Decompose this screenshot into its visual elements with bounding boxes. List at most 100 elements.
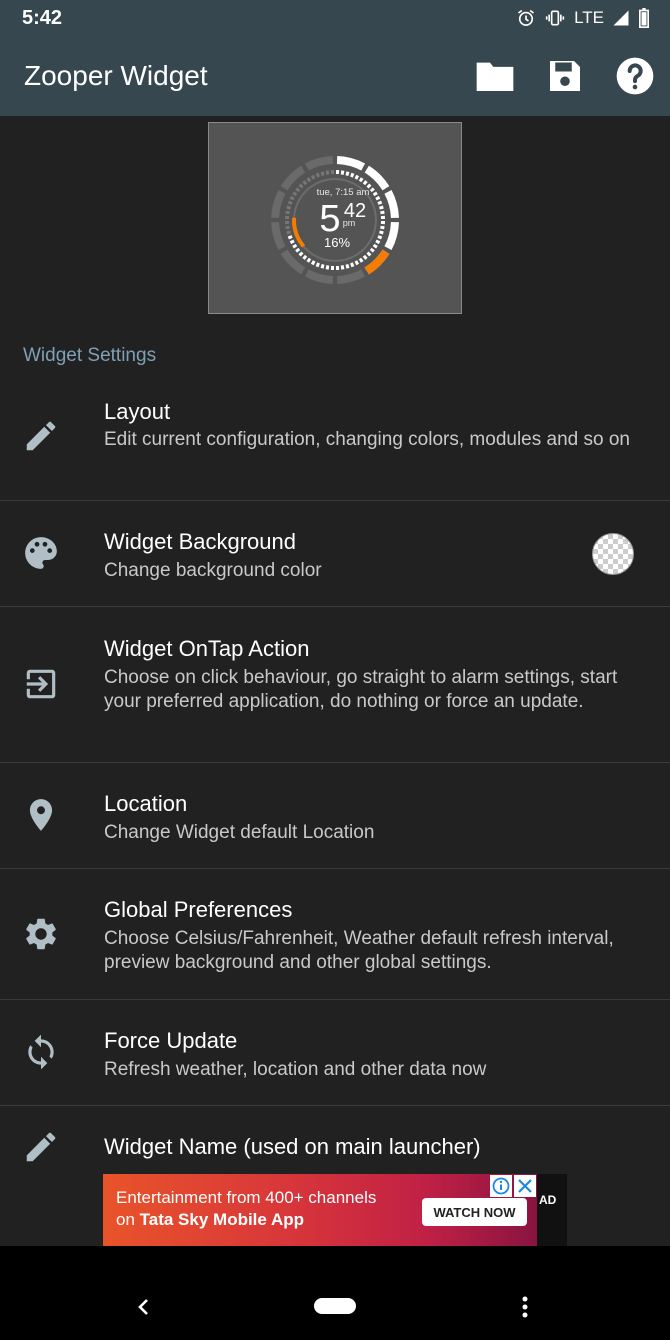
clock-minute-tick xyxy=(310,174,316,180)
clock-minute-tick xyxy=(369,187,375,193)
clock-minute-tick xyxy=(315,172,320,178)
save-button[interactable] xyxy=(543,54,587,98)
clock-minute-tick xyxy=(289,239,295,245)
clock-hour-segment xyxy=(336,269,366,284)
clock-minute-tick xyxy=(375,239,381,245)
clock-minute-tick xyxy=(295,247,301,253)
palette-icon xyxy=(25,537,57,569)
app-bar: Zooper Widget xyxy=(0,36,670,116)
ad-line-2-prefix: on xyxy=(116,1210,140,1229)
clock-hour-segment xyxy=(271,189,286,219)
network-label: LTE xyxy=(574,8,604,27)
setting-subtitle: Refresh weather, location and other data… xyxy=(104,1059,487,1080)
setting-title: Force Update xyxy=(104,1028,238,1053)
battery-icon xyxy=(639,8,649,28)
setting-subtitle: Change background color xyxy=(104,560,322,581)
help-button[interactable] xyxy=(613,54,657,98)
clock-minute-tick xyxy=(286,205,291,210)
clock-minute-tick xyxy=(345,264,350,269)
widget-ampm: pm xyxy=(343,218,356,228)
clock-minute-tick xyxy=(372,243,378,249)
widget-hour: 5 xyxy=(319,198,340,240)
clock-minute-tick xyxy=(298,251,304,257)
clock-minute-tick xyxy=(345,171,350,176)
close-icon xyxy=(518,1179,532,1193)
widget-preview[interactable]: tue, 7:15 am 5 42 pm 16% xyxy=(208,122,462,314)
clock-minute-tick xyxy=(354,260,360,266)
pencil-icon xyxy=(26,1132,56,1162)
clock-minute-tick xyxy=(362,254,368,260)
ad-banner[interactable]: Entertainment from 400+ channels on Tata… xyxy=(103,1174,567,1246)
help-icon xyxy=(616,57,654,95)
widget-clock: tue, 7:15 am 5 42 pm 16% xyxy=(271,156,399,284)
ad-dark-strip xyxy=(537,1174,567,1246)
background-color-swatch[interactable] xyxy=(592,533,634,575)
pencil-icon xyxy=(26,421,56,451)
clock-minute-tick xyxy=(366,251,372,257)
folder-icon xyxy=(476,62,514,91)
clock-hour-segment xyxy=(304,156,334,171)
clock-minute-tick xyxy=(379,230,384,235)
clock-minute-tick xyxy=(358,177,364,183)
ad-info-button[interactable] xyxy=(490,1175,512,1197)
clock-minute-tick xyxy=(310,260,316,266)
more-vert-icon[interactable] xyxy=(517,1294,533,1320)
back-icon[interactable] xyxy=(134,1297,154,1317)
setting-title: Global Preferences xyxy=(104,897,293,922)
setting-title: Widget Name (used on main launcher) xyxy=(104,1134,481,1159)
clock-minute-tick xyxy=(375,195,381,201)
widget-preview-area: tue, 7:15 am 5 42 pm 16% xyxy=(0,116,670,330)
system-nav-bar xyxy=(0,1246,670,1340)
clock-minute-tick xyxy=(377,235,383,240)
clock-minute-tick xyxy=(320,264,325,269)
home-pill-button[interactable] xyxy=(314,1298,356,1314)
clock-minute-tick xyxy=(358,257,364,263)
clock-minute-tick xyxy=(350,262,355,268)
clock-hour-segment xyxy=(304,269,334,284)
ad-line-2: on Tata Sky Mobile App xyxy=(116,1210,304,1230)
clock-minute-tick xyxy=(315,262,320,268)
clock-minute-tick xyxy=(295,187,301,193)
section-header-widget-settings: Widget Settings xyxy=(23,345,157,366)
clock-hour-segment-active xyxy=(384,189,399,219)
clock-minute-tick xyxy=(379,205,384,210)
gear-icon xyxy=(26,918,56,950)
clock-minute-tick xyxy=(320,171,325,176)
clock-minute-tick xyxy=(306,257,312,263)
widget-battery-text: 16% xyxy=(324,235,350,250)
clock-hour-segment-active xyxy=(384,221,399,251)
location-pin-icon xyxy=(29,799,53,831)
widget-date-text: tue, 7:15 am xyxy=(317,187,370,198)
setting-layout[interactable]: Layout Edit current configuration, chang… xyxy=(0,384,670,501)
setting-force-update[interactable]: Force Update Refresh weather, location a… xyxy=(0,1000,670,1106)
setting-title: Widget Background xyxy=(104,529,296,554)
clock-minute-tick xyxy=(298,183,304,189)
folder-button[interactable] xyxy=(473,54,517,98)
clock-minute-tick xyxy=(372,191,378,197)
ad-watch-now-button[interactable]: WATCH NOW xyxy=(422,1198,527,1226)
ad-line-1: Entertainment from 400+ channels xyxy=(116,1188,377,1207)
clock-minute-tick xyxy=(287,235,293,240)
status-time: 5:42 xyxy=(22,7,63,29)
clock-minute-tick xyxy=(306,177,312,183)
setting-location[interactable]: Location Change Widget default Location xyxy=(0,763,670,869)
setting-title: Location xyxy=(104,791,188,816)
ad-label: AD xyxy=(539,1193,557,1207)
vibrate-icon xyxy=(545,10,565,26)
ad-close-button[interactable] xyxy=(514,1175,536,1197)
clock-minute-tick xyxy=(289,195,295,201)
exit-to-app-icon xyxy=(26,669,56,699)
setting-subtitle: Choose on click behaviour, go straight t… xyxy=(104,667,618,712)
setting-global-preferences[interactable]: Global Preferences Choose Celsius/Fahren… xyxy=(0,869,670,1000)
setting-widget-background[interactable]: Widget Background Change background colo… xyxy=(0,501,670,607)
info-icon xyxy=(492,1177,510,1195)
app-title: Zooper Widget xyxy=(24,60,208,91)
setting-subtitle: Choose Celsius/Fahrenheit, Weather defau… xyxy=(104,928,614,973)
clock-minute-tick xyxy=(286,230,291,235)
status-bar: 5:42 LTE xyxy=(0,0,670,36)
setting-title: Widget OnTap Action xyxy=(104,636,310,661)
signal-icon xyxy=(613,10,629,26)
setting-ontap-action[interactable]: Widget OnTap Action Choose on click beha… xyxy=(0,607,670,763)
clock-minute-tick xyxy=(369,247,375,253)
clock-minute-tick xyxy=(354,174,360,180)
